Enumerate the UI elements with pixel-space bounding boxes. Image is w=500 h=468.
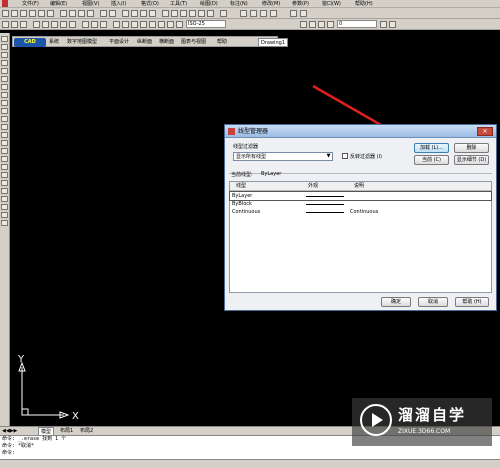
y-axis-label: Y <box>18 355 25 365</box>
dialog-app-icon <box>228 128 235 135</box>
x-axis-label: X <box>72 411 79 422</box>
linetype-description: Continuous <box>350 209 379 215</box>
delete-button[interactable]: 删除 <box>454 143 489 153</box>
list-item[interactable]: Continuous Continuous <box>230 208 491 216</box>
filter-label: 线型过滤器 <box>233 144 259 150</box>
list-item[interactable]: ByLayer <box>229 191 492 201</box>
current-linetype-label: 当前线型: <box>231 172 253 178</box>
current-button[interactable]: 当前 (C) <box>414 155 449 165</box>
linetype-name: ByLayer <box>232 193 253 199</box>
column-header-linetype[interactable]: 线型 <box>236 182 246 191</box>
dialog-title: 线型管理器 <box>238 128 269 135</box>
linetype-name: Continuous <box>232 209 261 215</box>
linetype-sample <box>306 212 344 213</box>
command-prompt[interactable]: 命令: <box>2 450 500 457</box>
show-details-button[interactable]: 显示细节 (D) <box>454 155 489 165</box>
close-button[interactable]: ✕ <box>477 127 493 136</box>
filter-value: 显示所有线型 <box>236 154 267 160</box>
column-header-appearance[interactable]: 外观 <box>308 182 318 191</box>
watermark-url: ZIXUE.3D66.COM <box>398 428 451 435</box>
linetype-name: ByBlock <box>232 201 252 207</box>
list-header: 线型 外观 说明 <box>230 182 491 191</box>
linetype-filter-select[interactable]: 显示所有线型 ▼ <box>233 152 333 161</box>
linetype-manager-dialog: 线型管理器 ✕ 线型过滤器 显示所有线型 ▼ 反转过滤器 (I) 加载 (L).… <box>224 124 497 311</box>
ucs-origin-box <box>21 408 29 416</box>
current-linetype-value: ByLayer <box>261 171 282 177</box>
chevron-down-icon: ▼ <box>326 153 331 159</box>
invert-filter-label: 反转过滤器 (I) <box>350 154 382 160</box>
status-bar <box>0 459 500 468</box>
list-item[interactable]: ByBlock <box>230 200 491 208</box>
load-button[interactable]: 加载 (L)... <box>414 143 449 153</box>
ok-button[interactable]: 确定 <box>381 297 411 307</box>
ucs-icon: Y X <box>18 355 79 422</box>
watermark: 溜溜自学 ZIXUE.3D66.COM <box>352 398 492 446</box>
linetype-list[interactable]: 线型 外观 说明 ByLayer ByBlock Continuous Cont… <box>229 181 492 293</box>
column-header-description[interactable]: 说明 <box>354 182 364 191</box>
linetype-sample <box>306 196 344 197</box>
linetype-sample <box>306 204 344 205</box>
dialog-title-bar[interactable]: 线型管理器 ✕ <box>225 125 496 138</box>
cancel-button[interactable]: 取消 <box>418 297 448 307</box>
watermark-title: 溜溜自学 <box>398 406 467 424</box>
play-icon <box>372 413 383 427</box>
invert-filter-checkbox[interactable] <box>342 153 348 159</box>
help-button[interactable]: 帮助 (H) <box>455 297 489 307</box>
